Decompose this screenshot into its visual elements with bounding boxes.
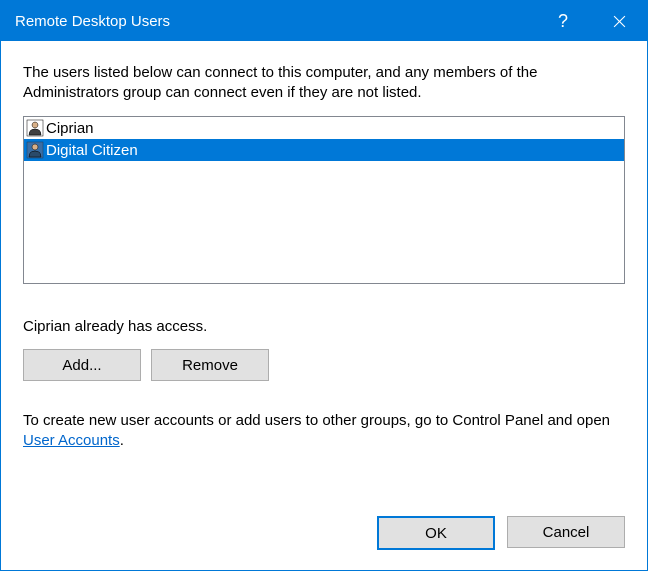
user-list[interactable]: Ciprian Digital Citizen — [23, 116, 625, 284]
list-item-label: Digital Citizen — [46, 142, 138, 159]
ok-button-label: OK — [425, 525, 447, 542]
remove-button-label: Remove — [182, 357, 238, 374]
add-button[interactable]: Add... — [23, 349, 141, 381]
add-button-label: Add... — [62, 357, 101, 374]
cancel-button[interactable]: Cancel — [507, 516, 625, 548]
remove-button[interactable]: Remove — [151, 349, 269, 381]
user-icon — [26, 141, 44, 159]
description-text: The users listed below can connect to th… — [23, 63, 625, 102]
window-title: Remote Desktop Users — [15, 13, 535, 30]
hint-prefix: To create new user accounts or add users… — [23, 412, 610, 429]
dialog-window: Remote Desktop Users ? The users listed … — [0, 0, 648, 571]
user-icon — [26, 119, 44, 137]
dialog-footer: OK Cancel — [1, 516, 647, 570]
close-button[interactable] — [591, 1, 647, 41]
hint-text: To create new user accounts or add users… — [23, 411, 625, 452]
help-icon: ? — [558, 11, 568, 32]
hint-suffix: . — [120, 432, 124, 449]
titlebar: Remote Desktop Users ? — [1, 1, 647, 41]
cancel-button-label: Cancel — [543, 524, 590, 541]
ok-button[interactable]: OK — [377, 516, 495, 550]
titlebar-buttons: ? — [535, 1, 647, 41]
user-accounts-link[interactable]: User Accounts — [23, 432, 120, 449]
list-item[interactable]: Ciprian — [24, 117, 624, 139]
button-row: Add... Remove — [23, 349, 625, 381]
list-item[interactable]: Digital Citizen — [24, 139, 624, 161]
list-item-label: Ciprian — [46, 120, 94, 137]
dialog-content: The users listed below can connect to th… — [1, 41, 647, 516]
help-button[interactable]: ? — [535, 1, 591, 41]
access-status-text: Ciprian already has access. — [23, 318, 625, 335]
close-icon — [613, 15, 626, 28]
